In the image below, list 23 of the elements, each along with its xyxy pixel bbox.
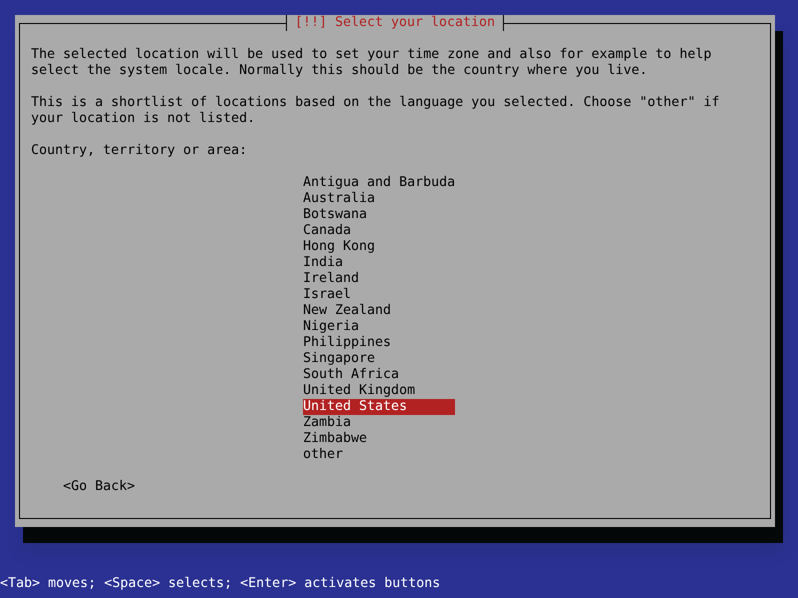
country-option[interactable]: Australia xyxy=(303,191,455,207)
country-option[interactable]: Israel xyxy=(303,287,455,303)
country-option[interactable]: other xyxy=(303,447,455,463)
dialog-title: [!!] Select your location xyxy=(286,15,504,31)
country-option[interactable]: Botswana xyxy=(303,207,455,223)
country-option[interactable]: South Africa xyxy=(303,367,455,383)
country-option[interactable]: Antigua and Barbuda xyxy=(303,175,455,191)
country-option[interactable]: Singapore xyxy=(303,351,455,367)
country-option[interactable]: India xyxy=(303,255,455,271)
instruction-text: This is a shortlist of locations based on the language you selected. Choose "other" if your location is not listed. xyxy=(31,95,720,127)
country-option[interactable]: Zambia xyxy=(303,415,455,431)
instruction-text: The selected location will be used to set your time zone and also for example to help select the system locale. Normally this should be the country where you live. xyxy=(31,47,712,79)
country-option[interactable]: United Kingdom xyxy=(303,383,455,399)
country-option[interactable]: New Zealand xyxy=(303,303,455,319)
country-option[interactable]: Nigeria xyxy=(303,319,455,335)
list-label: Country, territory or area: xyxy=(31,143,248,159)
country-option[interactable]: Philippines xyxy=(303,335,455,351)
go-back-button[interactable]: <Go Back> xyxy=(63,479,136,495)
country-option[interactable]: Zimbabwe xyxy=(303,431,455,447)
country-option[interactable]: United States xyxy=(303,399,455,415)
country-option[interactable]: Canada xyxy=(303,223,455,239)
country-option[interactable]: Hong Kong xyxy=(303,239,455,255)
country-option[interactable]: Ireland xyxy=(303,271,455,287)
